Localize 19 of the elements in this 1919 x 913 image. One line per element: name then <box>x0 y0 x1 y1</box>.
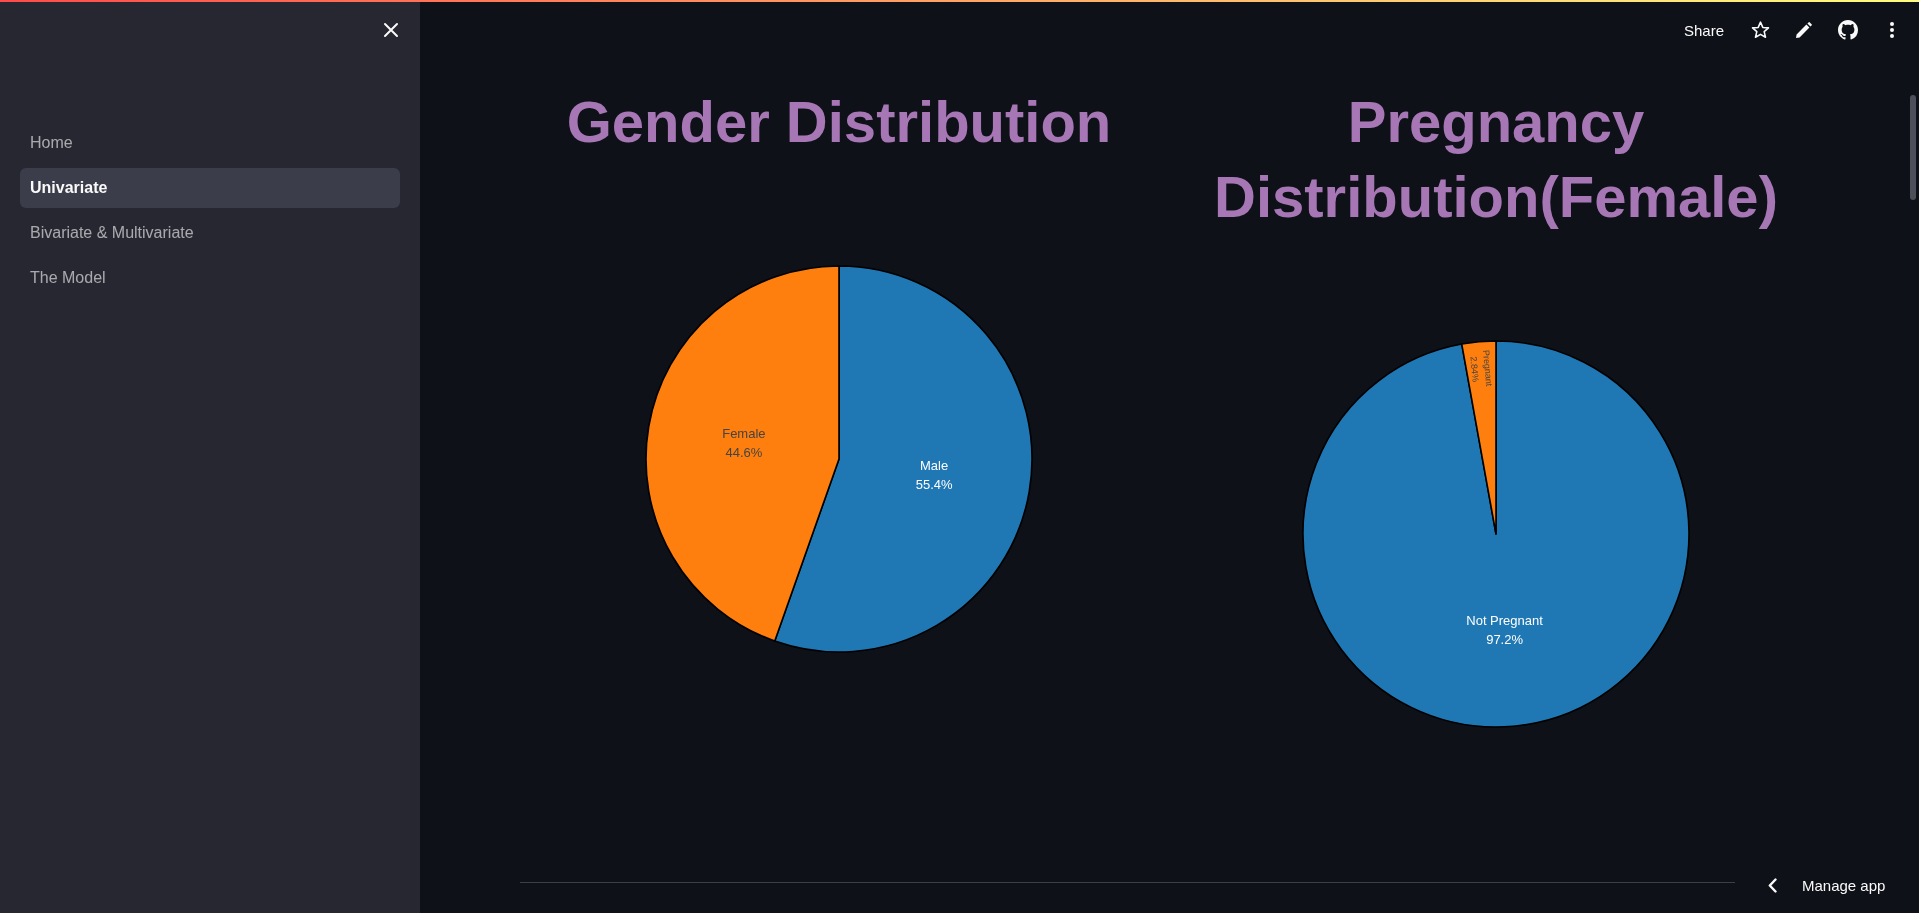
chart-title: Pregnancy Distribution(Female) <box>1213 88 1779 231</box>
slice-label: Male 55.4% <box>915 458 953 493</box>
github-icon[interactable] <box>1838 20 1858 40</box>
close-icon[interactable] <box>383 22 399 38</box>
sidebar-nav-item[interactable]: Home <box>20 123 400 163</box>
slice-label: Female 44.6% <box>722 425 766 460</box>
star-icon[interactable] <box>1750 21 1770 39</box>
sidebar-nav-item[interactable]: Univariate <box>20 168 400 208</box>
sidebar-nav-item[interactable]: The Model <box>20 258 400 298</box>
share-button[interactable]: Share <box>1675 17 1732 43</box>
sidebar-nav-item[interactable]: Bivariate & Multivariate <box>20 213 400 253</box>
chart-title: Gender Distribution <box>566 88 1112 156</box>
slice-label: Not Pregnant 97.2% <box>1466 613 1543 648</box>
scrollbar-thumb[interactable] <box>1910 95 1916 200</box>
chevron-left-icon <box>1768 877 1777 893</box>
more-menu-icon[interactable] <box>1890 22 1894 38</box>
manage-app-label: Manage app <box>1802 876 1886 894</box>
slice-label: Pregnant 2.84% <box>1468 349 1495 387</box>
pencil-icon[interactable] <box>1796 22 1812 38</box>
